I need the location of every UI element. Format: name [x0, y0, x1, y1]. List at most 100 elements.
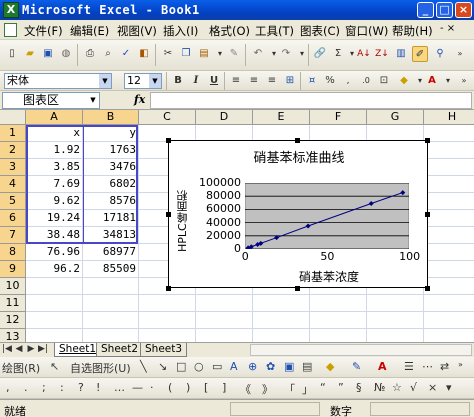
row-header-1[interactable]: 1	[0, 125, 26, 142]
menu-help[interactable]: 帮助(H)	[392, 23, 433, 39]
toolbar-options-icon[interactable]: »	[458, 360, 463, 369]
column-header-a[interactable]: A	[26, 110, 83, 125]
prev-sheet-icon[interactable]: ◀	[14, 344, 24, 354]
row-header-11[interactable]: 11	[0, 295, 26, 312]
select-objects-icon[interactable]: ↖	[50, 360, 59, 373]
font-color-icon[interactable]: A	[378, 360, 387, 373]
cell-b1[interactable]: y	[83, 125, 139, 142]
cell-f11[interactable]	[310, 295, 367, 312]
autoshapes-menu[interactable]: 自选图形(U)	[70, 360, 131, 376]
cell-c13[interactable]	[139, 329, 196, 342]
tab-sheet2[interactable]: Sheet2	[96, 343, 144, 357]
cell-c11[interactable]	[139, 295, 196, 312]
star-symbol-icon[interactable]: ☆	[392, 381, 402, 394]
menu-close-icon[interactable]: - ×	[440, 23, 455, 34]
chart-title[interactable]: 硝基苯标准曲线	[169, 147, 429, 166]
toolbar-options-icon[interactable]: »	[452, 46, 468, 62]
cell-a13[interactable]	[26, 329, 83, 342]
row-header-2[interactable]: 2	[0, 142, 26, 159]
cell-g13[interactable]	[367, 329, 424, 342]
format-painter-icon[interactable]: ✎	[226, 46, 242, 62]
column-header-c[interactable]: C	[139, 110, 196, 125]
right-paren-symbol-icon[interactable]: )	[186, 381, 190, 394]
maximize-button[interactable]: □	[436, 2, 453, 18]
colon-symbol-icon[interactable]: :	[60, 381, 64, 394]
cell-h11[interactable]	[424, 295, 474, 312]
cell-h1[interactable]	[424, 125, 474, 142]
right-bracket-symbol-icon[interactable]: ]	[222, 381, 226, 394]
resize-handle[interactable]	[166, 286, 171, 291]
permission-icon[interactable]: ◍	[58, 46, 74, 62]
left-corner-symbol-icon[interactable]: 「	[284, 381, 295, 397]
ellipsis-symbol-icon[interactable]: …	[114, 381, 125, 394]
column-header-e[interactable]: E	[253, 110, 310, 125]
arrow-style-icon[interactable]: ⇄	[440, 360, 449, 373]
font-size-select[interactable]: 12 ▼	[124, 73, 162, 89]
cell-e13[interactable]	[253, 329, 310, 342]
sort-descending-icon[interactable]: Z↓	[374, 46, 390, 62]
cell-h4[interactable]	[424, 176, 474, 193]
cell-a4[interactable]: 7.69	[26, 176, 83, 193]
section-symbol-icon[interactable]: §	[356, 381, 362, 394]
sort-ascending-icon[interactable]: A↓	[356, 46, 372, 62]
print-icon[interactable]: ⎙	[82, 46, 98, 62]
right-quote-symbol-icon[interactable]: ”	[338, 381, 344, 394]
picture-icon[interactable]: ▣	[284, 360, 294, 373]
column-header-g[interactable]: G	[367, 110, 424, 125]
clip-art-icon[interactable]: ✿	[266, 360, 275, 373]
dot-symbol-icon[interactable]: ·	[150, 381, 154, 394]
tab-sheet3[interactable]: Sheet3	[140, 343, 188, 357]
cell-b7[interactable]: 34813	[83, 227, 139, 244]
cell-a5[interactable]: 9.62	[26, 193, 83, 210]
next-sheet-icon[interactable]: ▶	[26, 344, 36, 354]
cell-b3[interactable]: 3476	[83, 159, 139, 176]
row-header-12[interactable]: 12	[0, 312, 26, 329]
cell-a8[interactable]: 76.96	[26, 244, 83, 261]
comma-style-icon[interactable]: ,	[340, 73, 356, 89]
menu-view[interactable]: 视图(V)	[117, 23, 157, 39]
times-symbol-icon[interactable]: ×	[428, 381, 437, 394]
cell-d11[interactable]	[196, 295, 253, 312]
drawing-icon[interactable]: ✐	[412, 46, 428, 62]
cell-a7[interactable]: 38.48	[26, 227, 83, 244]
arrow-icon[interactable]: ↘	[158, 360, 167, 373]
research-icon[interactable]: ◧	[136, 46, 152, 62]
resize-handle[interactable]	[166, 138, 171, 143]
line-icon[interactable]: ╲	[140, 360, 147, 373]
menu-file[interactable]: 文件(F)	[24, 23, 63, 39]
spelling-icon[interactable]: ✓	[118, 46, 134, 62]
left-quote-symbol-icon[interactable]: “	[320, 381, 326, 394]
font-name-select[interactable]: 宋体 ▼	[4, 73, 112, 89]
fill-color-icon[interactable]: ◆	[396, 73, 412, 89]
currency-icon[interactable]: ¤	[304, 73, 320, 89]
cell-b10[interactable]	[83, 278, 139, 295]
row-header-4[interactable]: 4	[0, 176, 26, 193]
question-symbol-icon[interactable]: ?	[78, 381, 84, 394]
right-corner-symbol-icon[interactable]: 」	[302, 381, 313, 397]
rectangle-icon[interactable]: □	[176, 360, 186, 373]
cell-h7[interactable]	[424, 227, 474, 244]
cell-a6[interactable]: 19.24	[26, 210, 83, 227]
workbook-icon[interactable]	[4, 23, 17, 37]
new-document-icon[interactable]: ▯	[4, 46, 20, 62]
menu-insert[interactable]: 插入(I)	[163, 23, 198, 39]
cell-h6[interactable]	[424, 210, 474, 227]
right-angle-symbol-icon[interactable]: 》	[262, 381, 273, 397]
line-color-icon[interactable]: ✎	[352, 360, 361, 373]
cell-c12[interactable]	[139, 312, 196, 329]
draw-menu[interactable]: 绘图(R)	[2, 360, 40, 376]
chevron-down-icon[interactable]: ▼	[87, 93, 99, 108]
print-preview-icon[interactable]: ⌕	[100, 46, 116, 62]
align-center-icon[interactable]: ≡	[246, 73, 262, 89]
cell-b5[interactable]: 8576	[83, 193, 139, 210]
column-header-h[interactable]: H	[424, 110, 474, 125]
open-folder-icon[interactable]: ▰	[22, 46, 38, 62]
period-symbol-icon[interactable]: .	[24, 381, 28, 394]
excel-icon[interactable]: X	[3, 2, 19, 18]
zoom-icon[interactable]: ⚲	[432, 46, 448, 62]
cell-a11[interactable]	[26, 295, 83, 312]
cell-g11[interactable]	[367, 295, 424, 312]
line-style-icon[interactable]: ☰	[404, 360, 414, 373]
hyperlink-icon[interactable]: 🔗	[312, 46, 328, 62]
cell-b6[interactable]: 17181	[83, 210, 139, 227]
